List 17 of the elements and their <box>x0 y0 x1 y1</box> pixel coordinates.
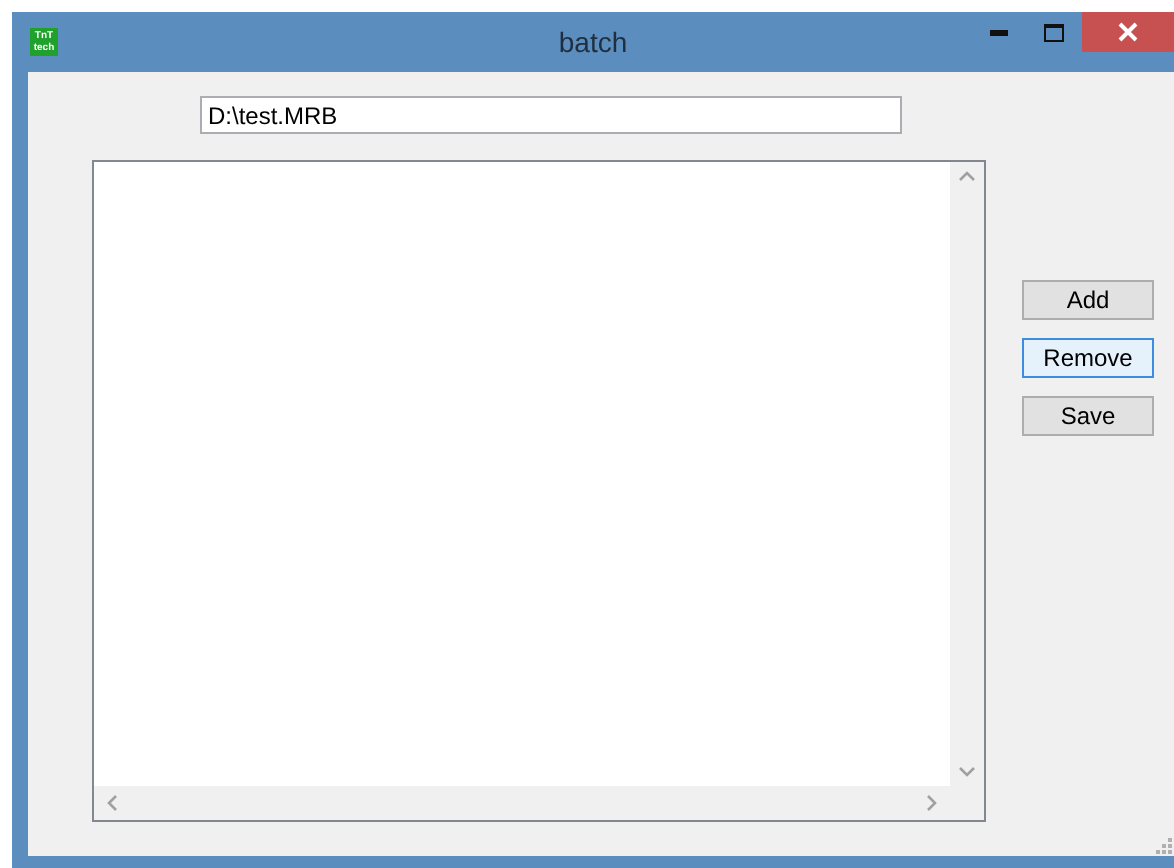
maximize-icon <box>1044 23 1064 41</box>
action-button[interactable]: Remove <box>1022 338 1154 378</box>
horizontal-scrollbar[interactable] <box>94 786 950 820</box>
action-button[interactable]: Add <box>1022 280 1154 320</box>
file-list[interactable] <box>92 160 986 822</box>
scroll-down-icon[interactable] <box>958 766 976 778</box>
vertical-scrollbar[interactable] <box>950 162 984 786</box>
resize-grip-icon[interactable] <box>1156 838 1172 854</box>
scroll-right-icon[interactable] <box>926 794 938 812</box>
path-field[interactable]: D:\test.MRB <box>200 96 902 134</box>
close-icon <box>1118 22 1138 42</box>
action-button[interactable]: Save <box>1022 396 1154 436</box>
minimize-icon <box>989 29 1007 35</box>
window-title: batch <box>558 26 628 58</box>
scroll-up-icon[interactable] <box>958 170 976 182</box>
scroll-left-icon[interactable] <box>106 794 118 812</box>
close-button[interactable] <box>1082 12 1174 52</box>
